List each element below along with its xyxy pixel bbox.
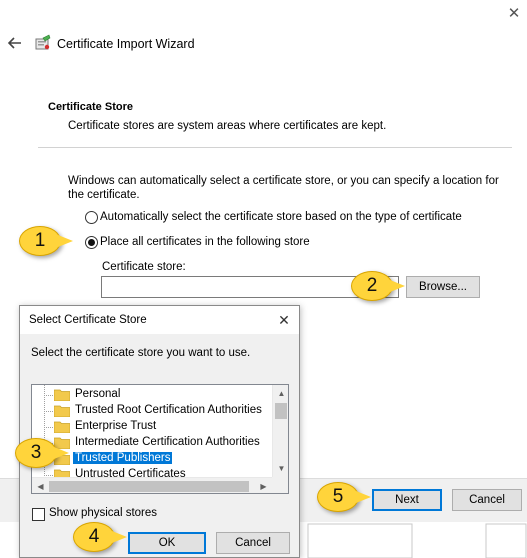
radio-place-in-store[interactable] xyxy=(85,236,98,249)
scroll-right-icon[interactable]: ▶ xyxy=(255,478,272,493)
divider xyxy=(38,147,512,148)
horizontal-scroll-thumb[interactable] xyxy=(49,481,249,492)
tree-item-trusted-root[interactable]: Trusted Root Certification Authorities xyxy=(54,403,274,419)
radio-auto-select[interactable] xyxy=(85,211,98,224)
dialog-cancel-button[interactable]: Cancel xyxy=(216,532,290,554)
intro-text: Windows can automatically select a certi… xyxy=(68,175,499,201)
tree-item-label: Personal xyxy=(75,388,121,400)
radio-place-in-store-label[interactable]: Place all certificates in the following … xyxy=(100,236,310,248)
folder-icon xyxy=(54,389,70,401)
certificate-store-label: Certificate store: xyxy=(102,261,186,273)
certificate-icon xyxy=(35,34,51,50)
next-button[interactable]: Next xyxy=(372,489,442,511)
background-window-edge xyxy=(307,523,527,558)
scrollbar-corner xyxy=(272,477,288,493)
section-description: Certificate stores are system areas wher… xyxy=(68,120,387,132)
wizard-title: Certificate Import Wizard xyxy=(57,37,195,51)
browse-button[interactable]: Browse... xyxy=(406,276,480,298)
scroll-down-icon[interactable]: ▼ xyxy=(273,460,288,477)
radio-auto-select-label[interactable]: Automatically select the certificate sto… xyxy=(100,211,462,223)
scroll-left-icon[interactable]: ◀ xyxy=(32,478,49,493)
callout-4: 4 xyxy=(73,522,127,552)
tree-item-label: Trusted Root Certification Authorities xyxy=(75,404,262,416)
tree-item-label: Trusted Publishers xyxy=(73,452,173,464)
vertical-scroll-thumb[interactable] xyxy=(275,403,287,419)
select-store-dialog: Select Certificate Store ✕ Select the ce… xyxy=(19,305,300,558)
wizard-cancel-button[interactable]: Cancel xyxy=(452,489,522,511)
window-close-icon[interactable]: ✕ xyxy=(504,4,524,24)
tree-item-personal[interactable]: Personal xyxy=(54,387,274,403)
scroll-up-icon[interactable]: ▲ xyxy=(273,385,288,402)
folder-icon xyxy=(54,421,70,433)
show-physical-stores-checkbox[interactable] xyxy=(32,508,45,521)
dialog-title: Select Certificate Store xyxy=(29,314,147,326)
tree-item-label: Intermediate Certification Authorities xyxy=(75,436,260,448)
callout-2: 2 xyxy=(351,271,405,301)
vertical-scrollbar[interactable]: ▲ ▼ xyxy=(272,385,288,477)
dialog-description: Select the certificate store you want to… xyxy=(31,347,251,359)
tree-item-label: Enterprise Trust xyxy=(75,420,157,432)
back-arrow-icon[interactable] xyxy=(6,34,24,52)
dialog-close-icon[interactable]: ✕ xyxy=(274,310,294,330)
callout-1: 1 xyxy=(19,226,73,256)
store-tree[interactable]: Personal Trusted Root Certification Auth… xyxy=(31,384,289,494)
tree-item-intermediate[interactable]: Intermediate Certification Authorities xyxy=(54,435,274,451)
section-title: Certificate Store xyxy=(48,101,133,113)
horizontal-scrollbar[interactable]: ◀ ▶ xyxy=(32,477,272,493)
callout-3: 3 xyxy=(15,438,69,468)
folder-icon xyxy=(54,405,70,417)
show-physical-stores-label[interactable]: Show physical stores xyxy=(49,507,157,519)
dialog-titlebar: Select Certificate Store ✕ xyxy=(20,306,299,334)
ok-button[interactable]: OK xyxy=(128,532,206,554)
tree-item-trusted-publishers[interactable]: Trusted Publishers xyxy=(54,451,274,467)
callout-5: 5 xyxy=(317,482,371,512)
tree-item-enterprise-trust[interactable]: Enterprise Trust xyxy=(54,419,274,435)
